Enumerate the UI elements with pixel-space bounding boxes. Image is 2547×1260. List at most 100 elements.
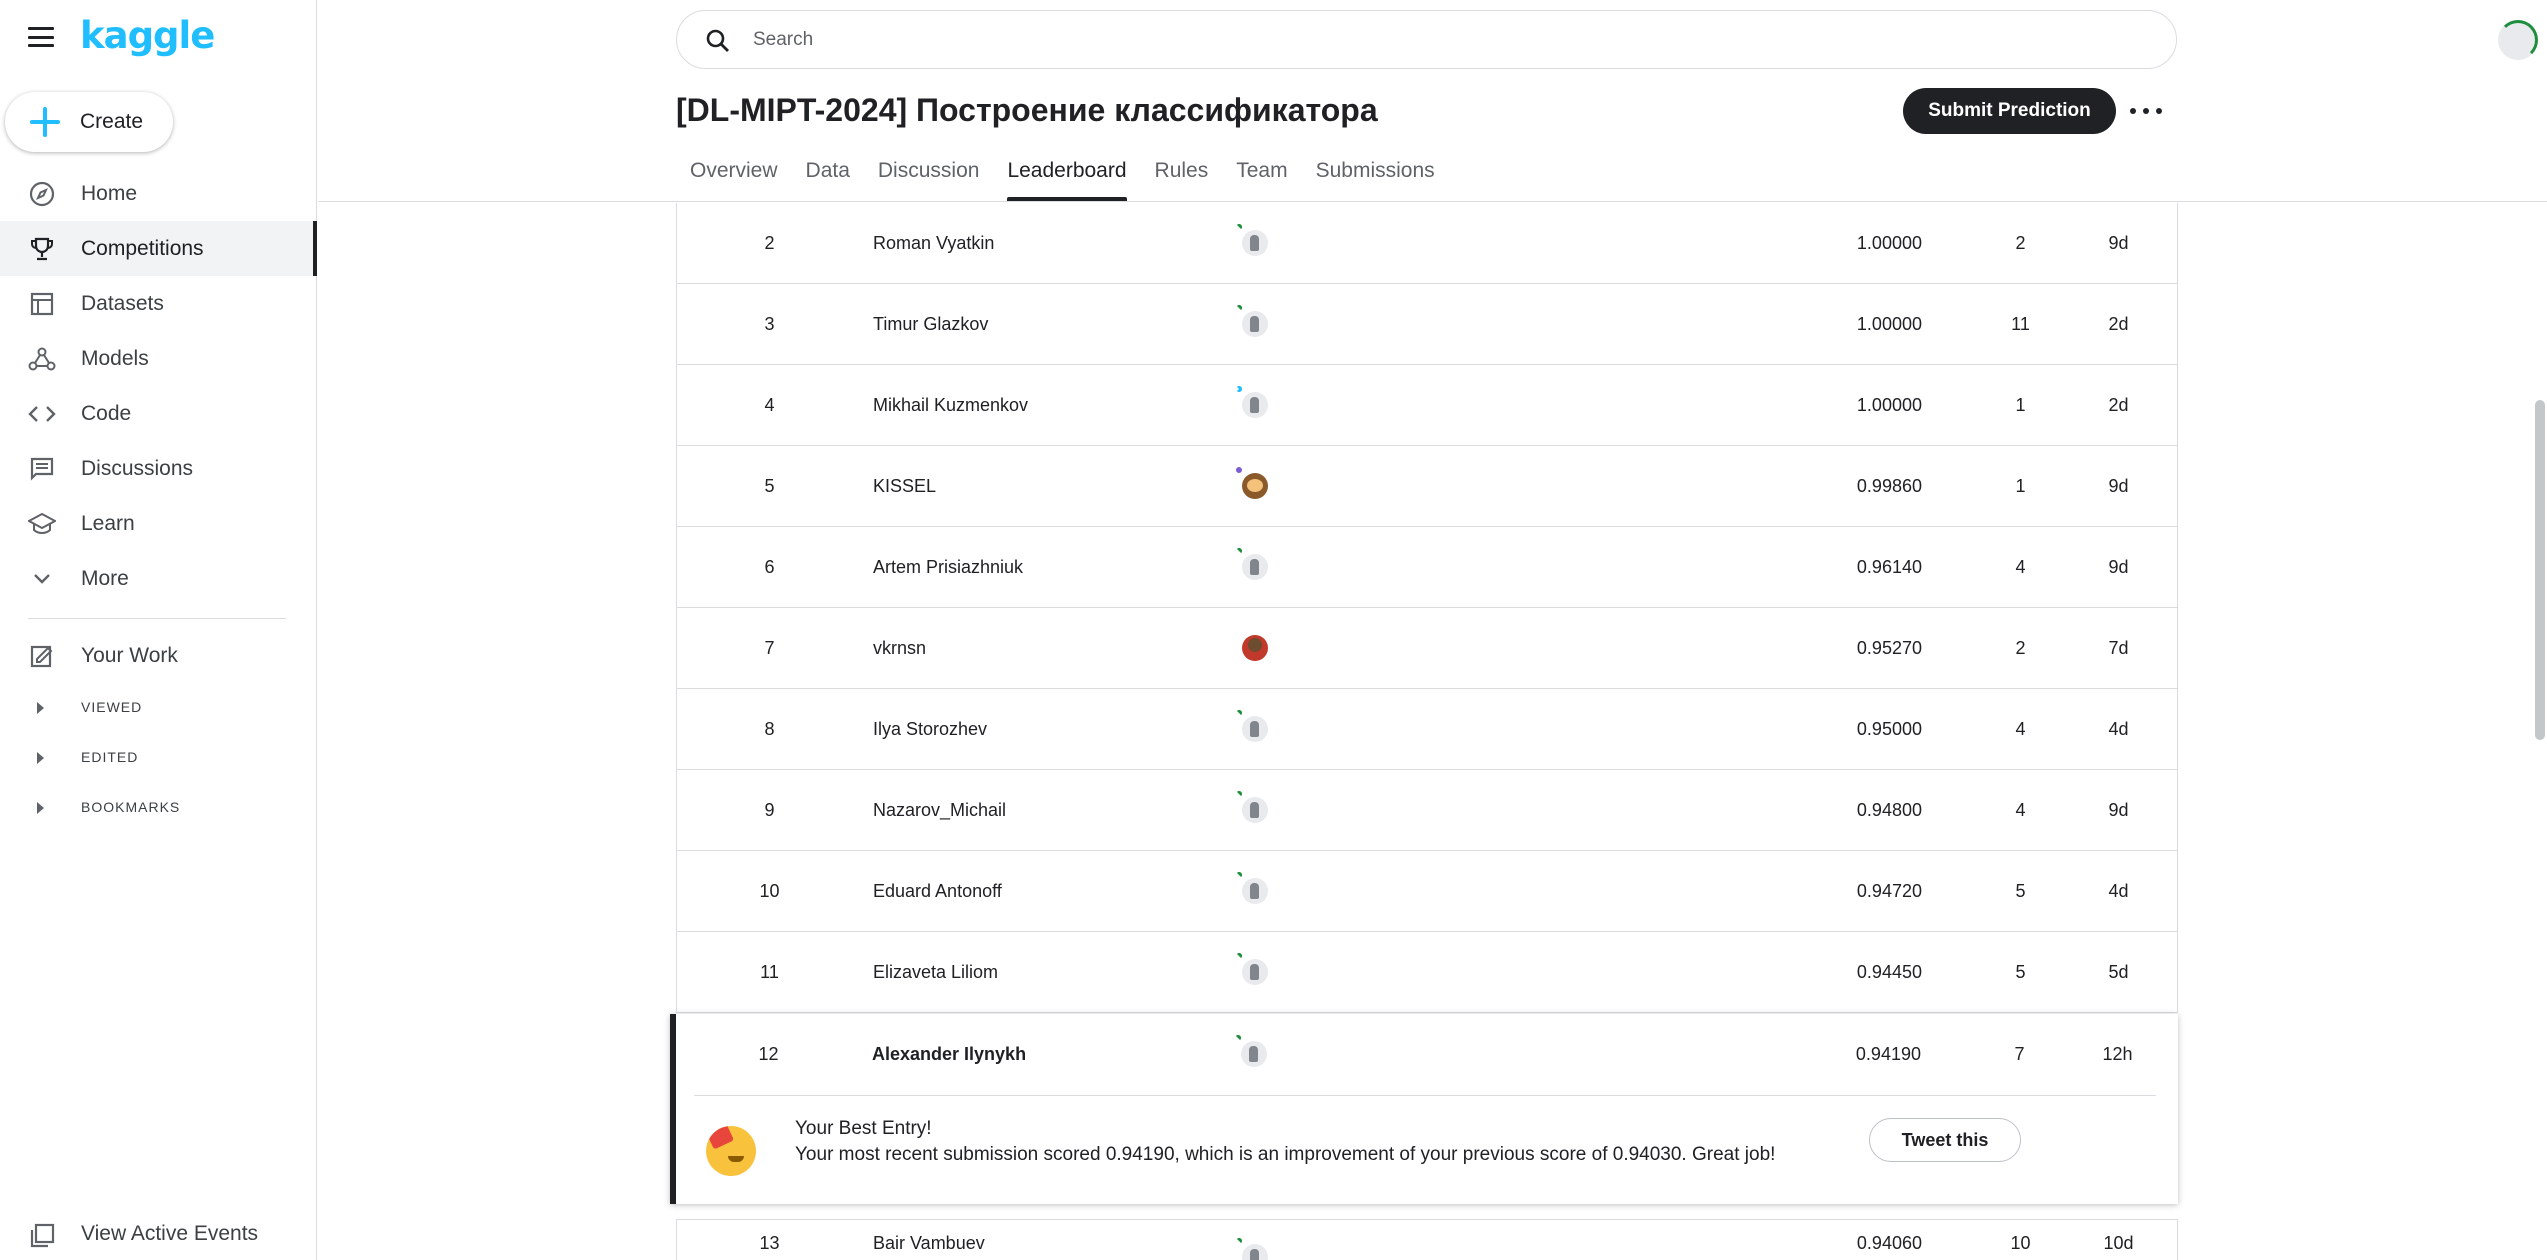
score-cell: 1.00000 <box>1856 233 1922 253</box>
table-row[interactable]: 7 vkrnsn 0.95270 2 7d <box>676 608 2178 689</box>
search-input[interactable] <box>753 23 2133 57</box>
last-submission-cell: 10d <box>2103 1233 2134 1253</box>
table-row[interactable]: 2 Roman Vyatkin 1.00000 2 9d <box>676 203 2178 284</box>
table-row[interactable]: 8 Ilya Storozhev 0.95000 4 4d <box>676 689 2178 770</box>
team-avatar-cell <box>1235 1035 1273 1073</box>
plus-icon <box>28 105 62 139</box>
create-button[interactable]: Create <box>5 92 173 152</box>
team-avatar-cell <box>1236 305 1274 343</box>
leaderboard-table: 2 Roman Vyatkin 1.00000 2 9d 3 Timur Glazkov 1.… <box>676 203 2178 1013</box>
tab-team[interactable]: Team <box>1222 150 1301 201</box>
table-row[interactable]: 9 Nazarov_Michail 0.94800 4 9d <box>676 770 2178 851</box>
expand-arrow-icon <box>37 752 44 764</box>
kaggle-logo[interactable]: kaggle <box>80 14 215 57</box>
score-cell: 1.00000 <box>1856 314 1922 334</box>
team-name-cell[interactable]: Ilya Storozhev <box>873 689 987 770</box>
tab-submissions[interactable]: Submissions <box>1302 150 1449 201</box>
score-cell: 1.00000 <box>1856 395 1922 415</box>
last-submission-cell: 9d <box>2108 557 2129 577</box>
table-row[interactable]: 6 Artem Prisiazhniuk 0.96140 4 9d <box>676 527 2178 608</box>
sidebar-item-more[interactable]: More <box>0 551 317 606</box>
table-row[interactable]: 4 Mikhail Kuzmenkov 1.00000 1 2d <box>676 365 2178 446</box>
sidebar-item-label: More <box>81 566 129 590</box>
school-icon <box>28 512 56 536</box>
user-avatar[interactable] <box>2498 20 2538 60</box>
create-label: Create <box>80 110 144 133</box>
table-row[interactable]: 10 Eduard Antonoff 0.94720 5 4d <box>676 851 2178 932</box>
team-name-cell[interactable]: Timur Glazkov <box>873 284 988 365</box>
team-name-cell[interactable]: Artem Prisiazhniuk <box>873 527 1023 608</box>
scrollbar[interactable] <box>2535 400 2545 740</box>
sidebar-section-bookmarks[interactable]: BOOKMARKS <box>0 788 317 828</box>
sidebar-item-discussions[interactable]: Discussions <box>0 441 317 496</box>
sidebar-item-label: Models <box>81 346 149 370</box>
last-submission-cell: 7d <box>2108 638 2129 658</box>
sidebar-item-label: Competitions <box>81 236 204 260</box>
score-cell: 0.94190 <box>1855 1044 1921 1064</box>
my-leaderboard-row[interactable]: 12 Alexander Ilynykh 0.94190 7 12h <box>676 1014 2178 1095</box>
library-icon <box>28 1222 56 1255</box>
team-avatar-cell <box>1236 467 1274 505</box>
entries-cell: 11 <box>2011 314 2030 334</box>
leaderboard-row-partial[interactable]: 13 Bair Vambuev 0.94060 10 10d <box>676 1219 2178 1260</box>
best-entry-message: Your most recent submission scored 0.941… <box>795 1144 1776 1165</box>
more-options-icon[interactable] <box>2130 96 2162 126</box>
tweet-button[interactable]: Tweet this <box>1869 1118 2021 1162</box>
view-active-events-link[interactable]: View Active Events <box>0 1210 317 1260</box>
submit-prediction-button[interactable]: Submit Prediction <box>1903 88 2116 134</box>
team-name-cell[interactable]: Mikhail Kuzmenkov <box>873 365 1028 446</box>
table-row[interactable]: 5 KISSEL 0.99860 1 9d <box>676 446 2178 527</box>
entries-cell: 4 <box>2015 719 2026 739</box>
rank-cell: 13 <box>759 1233 780 1253</box>
table-row[interactable]: 11 Elizaveta Liliom 0.94450 5 5d <box>676 932 2178 1013</box>
team-avatar-cell <box>1236 224 1274 262</box>
team-name-cell[interactable]: Eduard Antonoff <box>873 851 1002 932</box>
tab-discussion[interactable]: Discussion <box>864 150 994 201</box>
sidebar-item-competitions[interactable]: Competitions <box>0 221 317 276</box>
sidebar-item-label: Discussions <box>81 456 194 480</box>
entries-cell: 1 <box>2015 395 2026 415</box>
tab-data[interactable]: Data <box>792 150 864 201</box>
table-icon <box>28 292 56 316</box>
table-row[interactable]: 3 Timur Glazkov 1.00000 11 2d <box>676 284 2178 365</box>
rank-cell: 6 <box>764 557 775 577</box>
tab-rules[interactable]: Rules <box>1141 150 1223 201</box>
menu-icon[interactable] <box>28 27 54 47</box>
team-name-cell[interactable]: Alexander Ilynykh <box>872 1014 1026 1095</box>
last-submission-cell: 9d <box>2108 800 2129 820</box>
sidebar-item-label: Learn <box>81 511 135 535</box>
team-name-cell[interactable]: vkrnsn <box>873 608 926 689</box>
active-events-label: View Active Events <box>81 1222 259 1245</box>
sidebar-section-edited[interactable]: EDITED <box>0 738 317 778</box>
team-name-cell[interactable]: Nazarov_Michail <box>873 770 1006 851</box>
tab-overview[interactable]: Overview <box>676 150 792 201</box>
team-avatar-cell <box>1236 710 1274 748</box>
score-cell: 0.94450 <box>1856 962 1922 982</box>
rank-cell: 5 <box>764 476 775 496</box>
team-name-cell[interactable]: KISSEL <box>873 446 936 527</box>
sidebar-item-datasets[interactable]: Datasets <box>0 276 317 331</box>
sidebar-item-home[interactable]: Home <box>0 166 317 221</box>
edit-document-icon <box>28 644 56 668</box>
sidebar-nav: Home Competitions Datasets Models Code D… <box>0 166 317 606</box>
best-entry-title: Your Best Entry! <box>795 1118 932 1139</box>
sidebar-item-code[interactable]: Code <box>0 386 317 441</box>
sidebar-item-your-work[interactable]: Your Work <box>0 628 317 683</box>
party-face-icon <box>706 1126 756 1176</box>
team-name-cell[interactable]: Roman Vyatkin <box>873 203 994 284</box>
search-icon <box>705 28 731 59</box>
team-name-cell[interactable]: Elizaveta Liliom <box>873 932 998 1013</box>
section-label: BOOKMARKS <box>81 799 181 815</box>
tab-leaderboard[interactable]: Leaderboard <box>993 150 1140 201</box>
sidebar-section-viewed[interactable]: VIEWED <box>0 688 317 728</box>
sidebar-item-models[interactable]: Models <box>0 331 317 386</box>
rank-cell: 3 <box>764 314 775 334</box>
sidebar: kaggle Create Home Competitions Datasets… <box>0 0 317 1260</box>
search-bar[interactable] <box>676 10 2177 69</box>
score-cell: 0.99860 <box>1856 476 1922 496</box>
team-avatar-cell <box>1236 629 1274 667</box>
competition-tabs: Overview Data Discussion Leaderboard Rul… <box>676 150 1449 201</box>
team-name-cell[interactable]: Bair Vambuev <box>873 1220 985 1260</box>
entries-cell: 2 <box>2015 638 2026 658</box>
sidebar-item-learn[interactable]: Learn <box>0 496 317 551</box>
